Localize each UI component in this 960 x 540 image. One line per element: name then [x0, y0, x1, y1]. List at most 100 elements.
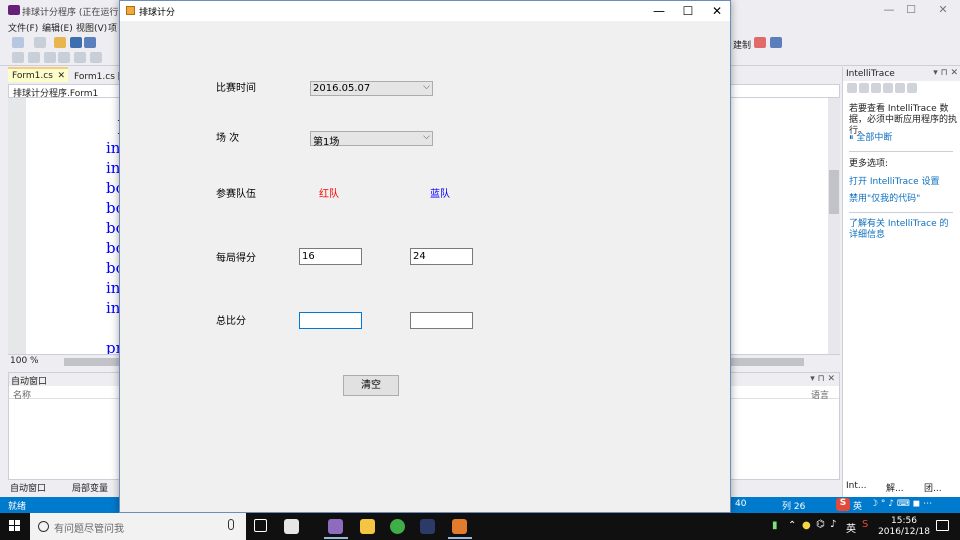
- intellitrace-tabs: Int... 解... 团...: [842, 480, 960, 494]
- windows-logo-icon: [9, 520, 21, 532]
- menu-edit[interactable]: 编辑(E): [42, 21, 73, 34]
- form-minimize-icon[interactable]: —: [644, 1, 674, 21]
- form-close-icon[interactable]: ✕: [702, 1, 732, 21]
- tab-locals[interactable]: 局部变量: [72, 481, 108, 494]
- save-icon[interactable]: [70, 37, 82, 48]
- tab-form1-cs-label: Form1.cs: [12, 71, 53, 81]
- tab-team[interactable]: 团...: [924, 481, 942, 494]
- autos-col-name: 名称: [13, 391, 32, 401]
- taskbar-clock[interactable]: 15:56 2016/12/18: [876, 516, 932, 538]
- tab-intellitrace[interactable]: Int...: [846, 481, 866, 491]
- microphone-icon[interactable]: [228, 519, 234, 530]
- it-icon[interactable]: [883, 83, 893, 93]
- clear-button[interactable]: 清空: [343, 375, 399, 396]
- active-indicator: [324, 537, 348, 539]
- debug-icon[interactable]: [12, 52, 24, 63]
- blue-total-score-input[interactable]: [410, 312, 473, 329]
- status-row: 40: [735, 499, 747, 509]
- cortana-icon: [38, 521, 49, 532]
- indent-icon[interactable]: [74, 52, 86, 63]
- intellitrace-panel: IntelliTrace ▾ ⊓ ✕ 若要查看 IntelliTrace 数据，…: [842, 67, 960, 497]
- tray-app-icon[interactable]: ●: [802, 520, 811, 531]
- it-icon[interactable]: [907, 83, 917, 93]
- zoom-level[interactable]: 100 %: [10, 356, 39, 366]
- disable-jmc-link[interactable]: 禁用"仅我的代码": [849, 194, 957, 205]
- add-item-icon[interactable]: [34, 37, 46, 48]
- cortana-search-box[interactable]: 有问题尽管问我: [30, 513, 246, 540]
- show-hidden-icons[interactable]: ⌃: [788, 520, 796, 531]
- autos-controls-icon[interactable]: ▾ ⊓ ✕: [810, 374, 835, 384]
- vs-close-icon[interactable]: ✕: [930, 2, 956, 18]
- battery-icon[interactable]: ▮: [772, 520, 778, 531]
- app-infinity-icon[interactable]: [420, 519, 435, 534]
- match-time-label: 比赛时间: [216, 83, 256, 94]
- form-maximize-icon[interactable]: ☐: [673, 1, 703, 21]
- match-number-label: 场 次: [216, 133, 240, 144]
- open-folder-icon[interactable]: [54, 37, 66, 48]
- visual-studio-taskbar-icon[interactable]: [328, 519, 343, 534]
- toolbox-icon[interactable]: [770, 37, 782, 48]
- volleyball-app-taskbar-icon[interactable]: [452, 519, 467, 534]
- windows-taskbar: 有问题尽管问我 ▮ ⌃ ● ⌬ ♪ 英 S 15:56 2016/12/18: [0, 513, 960, 540]
- menu-file[interactable]: 文件(F): [8, 21, 38, 34]
- action-center-icon[interactable]: [936, 520, 949, 531]
- intellitrace-title: IntelliTrace: [846, 69, 895, 79]
- ime-language[interactable]: 英: [853, 499, 862, 512]
- scrollbar-thumb[interactable]: [829, 170, 839, 214]
- network-icon[interactable]: ⌬: [816, 519, 825, 530]
- break-all-link[interactable]: ⏸ 全部中断: [849, 133, 957, 144]
- start-button[interactable]: [0, 513, 30, 540]
- it-icon[interactable]: [847, 83, 857, 93]
- editor-margin: [8, 98, 26, 354]
- clock-time: 15:56: [891, 516, 917, 526]
- ime-tools-icon[interactable]: ☽ ° ♪ ⌨ ◼ ⋯: [870, 499, 932, 509]
- tab-solution[interactable]: 解...: [886, 481, 904, 494]
- chevron-down-icon: ⌵: [423, 82, 430, 92]
- editor-vertical-scrollbar[interactable]: [828, 98, 840, 354]
- new-project-icon[interactable]: [12, 37, 24, 48]
- blue-set-score-input[interactable]: [410, 248, 473, 265]
- red-total-score-input[interactable]: [299, 312, 362, 329]
- match-number-combobox[interactable]: 第1场 ⌵: [310, 131, 433, 148]
- menu-project[interactable]: 项: [108, 21, 117, 34]
- it-icon[interactable]: [871, 83, 881, 93]
- volume-icon[interactable]: ♪: [830, 519, 836, 530]
- bookmark-icon[interactable]: [754, 37, 766, 48]
- open-settings-link[interactable]: 打开 IntelliTrace 设置: [849, 177, 957, 188]
- browser-icon[interactable]: [390, 519, 405, 534]
- font-icon[interactable]: [58, 52, 70, 63]
- separator: [849, 151, 953, 152]
- tab-form1-design[interactable]: Form1.cs [设: [70, 67, 130, 82]
- clock-date: 2016/12/18: [878, 527, 930, 537]
- settings-app-icon[interactable]: [284, 519, 299, 534]
- match-date-combobox[interactable]: 2016.05.07 ⌵: [310, 81, 433, 96]
- separator: [849, 212, 953, 213]
- vs-maximize-icon[interactable]: ☐: [898, 2, 924, 18]
- learn-more-link[interactable]: 了解有关 IntelliTrace 的详细信息: [849, 219, 957, 241]
- break-all-label: 全部中断: [856, 133, 893, 143]
- ime-tray-label[interactable]: 英: [846, 520, 856, 535]
- menu-view[interactable]: 视图(V): [76, 21, 107, 34]
- tab-autos[interactable]: 自动窗口: [10, 481, 46, 494]
- save-all-icon[interactable]: [84, 37, 96, 48]
- team-red-label: 红队: [319, 189, 339, 200]
- toolbar-text: 建制: [733, 41, 752, 51]
- format-icon[interactable]: [44, 52, 56, 63]
- sogou-ime-icon[interactable]: S: [836, 498, 850, 511]
- sogou-tray-icon[interactable]: S: [862, 519, 868, 530]
- it-icon[interactable]: [895, 83, 905, 93]
- it-icon[interactable]: [859, 83, 869, 93]
- step-icon[interactable]: [28, 52, 40, 63]
- teams-label: 参赛队伍: [216, 189, 256, 200]
- tab-close-icon[interactable]: ✕: [57, 71, 65, 81]
- task-view-icon[interactable]: [254, 519, 267, 532]
- outdent-icon[interactable]: [90, 52, 102, 63]
- autos-col-lang: 语言: [810, 391, 829, 401]
- tab-form1-cs[interactable]: Form1.cs ✕: [8, 67, 68, 82]
- active-indicator: [448, 537, 472, 539]
- red-set-score-input[interactable]: [299, 248, 362, 265]
- intellitrace-controls-icon[interactable]: ▾ ⊓ ✕: [933, 68, 958, 78]
- form-title: 排球计分: [139, 8, 176, 18]
- file-explorer-icon[interactable]: [360, 519, 375, 534]
- set-score-label: 每局得分: [216, 253, 256, 264]
